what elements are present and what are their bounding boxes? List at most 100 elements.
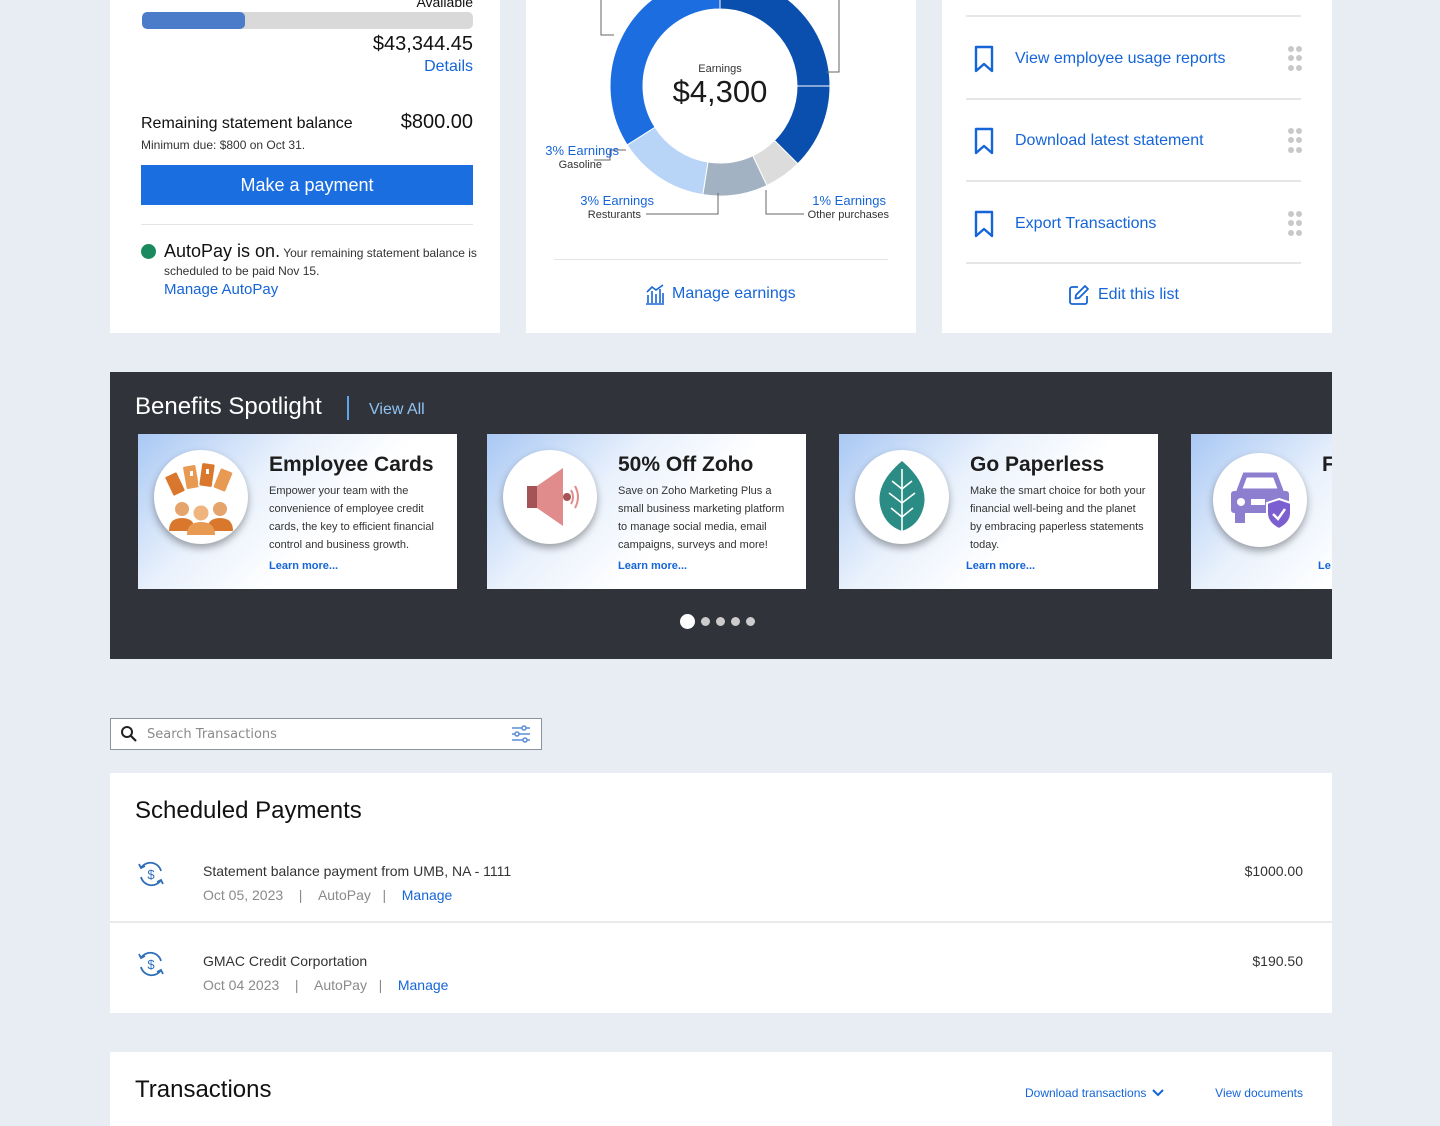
svg-text:$: $ [147,957,155,972]
benefits-spotlight: Benefits Spotlight View All Employee Car… [110,372,1332,659]
drag-handle-icon[interactable] [1288,211,1302,237]
leader-line [765,190,804,215]
quick-link-usage-reports[interactable]: View employee usage reports [972,44,1302,74]
view-all-link[interactable]: View All [369,401,425,419]
megaphone-icon [527,468,579,526]
manage-earnings-label: Manage earnings [672,285,796,302]
promo-icon-circle [154,450,248,544]
learn-more-link[interactable]: Le [1318,560,1331,572]
divider [966,262,1301,264]
earnings-donut-chart: Earnings $4,300 3% Earnings Gasoline 3% … [545,0,890,221]
payment-date: Oct 05, 2023 [203,887,284,903]
quick-links-card: View employee usage reports Download lat… [942,0,1332,333]
promo-description: Make the smart choice for both your fina… [970,485,1146,551]
quick-link-label: Export Transactions [1015,215,1157,232]
manage-payment-link[interactable]: Manage [402,887,453,903]
search-transactions[interactable] [110,718,542,750]
learn-more-link[interactable]: Learn more... [269,560,338,572]
earnings-card: Earnings $4,300 3% Earnings Gasoline 3% … [526,0,916,333]
scheduled-payment-row: $ Statement balance payment from UMB, NA… [110,853,1332,943]
manage-payment-link[interactable]: Manage [398,977,449,993]
edit-list-link[interactable]: Edit this list [1068,284,1179,306]
learn-more-link[interactable]: Learn more... [618,560,687,572]
separator: | [279,977,315,993]
promo-icon-circle [855,450,949,544]
payment-type: AutoPay [314,977,367,993]
search-input[interactable] [147,726,511,742]
divider [966,98,1301,100]
quick-link-export-transactions[interactable]: Export Transactions [972,209,1302,239]
promo-card-zoho[interactable]: 50% Off Zoho Save on Zoho Marketing Plus… [487,434,806,589]
promo-card-paperless[interactable]: Go Paperless Make the smart choice for b… [839,434,1158,589]
chevron-down-icon [1152,1089,1165,1097]
leader-line [646,193,719,215]
employee-cards-icon [163,461,234,535]
drag-handle-icon[interactable] [1288,128,1302,154]
payment-name: Statement balance payment from UMB, NA -… [203,863,512,879]
available-credit-fill [142,12,245,29]
remaining-balance-label: Remaining statement balance [141,115,353,132]
recurring-payment-icon: $ [138,861,164,887]
promo-title: Go Paperless [970,453,1105,476]
promo-description: Empower your team with the convenience o… [269,485,434,551]
bookmark-icon [974,210,994,238]
payment-date: Oct 04 2023 [203,977,280,993]
payment-name: GMAC Credit Corportation [203,953,368,969]
carousel-dot[interactable] [680,614,695,629]
carousel-dot[interactable] [716,617,725,626]
divider [347,396,349,420]
benefits-title: Benefits Spotlight [135,393,322,420]
payment-amount: $190.50 [1252,953,1303,969]
promo-title: Employee Cards [269,453,434,476]
car-shield-icon [1231,472,1292,531]
callout-restaurants-sub: Resturants [588,209,642,221]
carousel-dot[interactable] [746,617,755,626]
bookmark-icon [974,45,994,73]
promo-card-employee-cards[interactable]: Employee Cards Empower your team with th… [138,434,457,589]
promo-card-partial[interactable]: F Le [1191,434,1332,589]
available-credit-bar [142,12,473,29]
payment-type: AutoPay [317,887,371,903]
promo-title: 50% Off Zoho [618,453,754,476]
separator: | [370,887,402,903]
bookmark-icon [974,127,994,155]
filter-icon[interactable] [511,725,531,743]
carousel-dot[interactable] [731,617,740,626]
autopay-status-dot [141,244,156,259]
donut-center-value: $4,300 [673,74,768,109]
scheduled-payments-card: Scheduled Payments $ Statement balance p… [110,773,1332,1013]
transactions-card: Transactions Download transactions View … [110,1052,1332,1126]
manage-earnings-link[interactable]: Manage earnings [644,283,796,305]
view-documents-link[interactable]: View documents [1215,1086,1303,1100]
carousel-dot[interactable] [701,617,710,626]
autopay-status: AutoPay is on. Your remaining statement … [164,242,484,280]
available-amount: $43,344.45 [372,33,473,55]
svg-text:$: $ [147,867,155,882]
manage-autopay-link[interactable]: Manage AutoPay [164,281,278,298]
search-icon [121,726,137,742]
callout-other-title: 1% Earnings [812,193,886,208]
payment-meta: Oct 05, 2023 | AutoPay | Manage [203,887,452,903]
edit-icon [1069,285,1089,305]
balance-card: Available $43,344.45 Details Remaining s… [110,0,500,333]
carousel-indicator[interactable] [680,614,755,629]
callout-other-sub: Other purchases [808,209,890,221]
scheduled-payments-title: Scheduled Payments [135,797,362,824]
learn-more-link[interactable]: Learn more... [966,560,1035,572]
separator: | [283,887,318,903]
quick-link-latest-statement[interactable]: Download latest statement [972,126,1302,156]
callout-gasoline-sub: Gasoline [559,159,602,171]
details-link[interactable]: Details [424,58,473,76]
minimum-due: Minimum due: $800 on Oct 31. [141,138,306,152]
scheduled-payment-row: $ GMAC Credit Corportation Oct 04 2023 |… [110,943,1332,1033]
promo-title: F [1322,453,1332,476]
quick-link-label: View employee usage reports [1015,50,1226,67]
drag-handle-icon[interactable] [1288,46,1302,72]
promo-icon-circle [503,450,597,544]
divider [554,259,888,260]
transactions-title: Transactions [135,1076,272,1103]
autopay-heading: AutoPay is on. [164,241,281,261]
divider [141,224,473,225]
download-transactions-dropdown[interactable]: Download transactions [1025,1086,1165,1100]
make-payment-button[interactable]: Make a payment [141,165,473,205]
